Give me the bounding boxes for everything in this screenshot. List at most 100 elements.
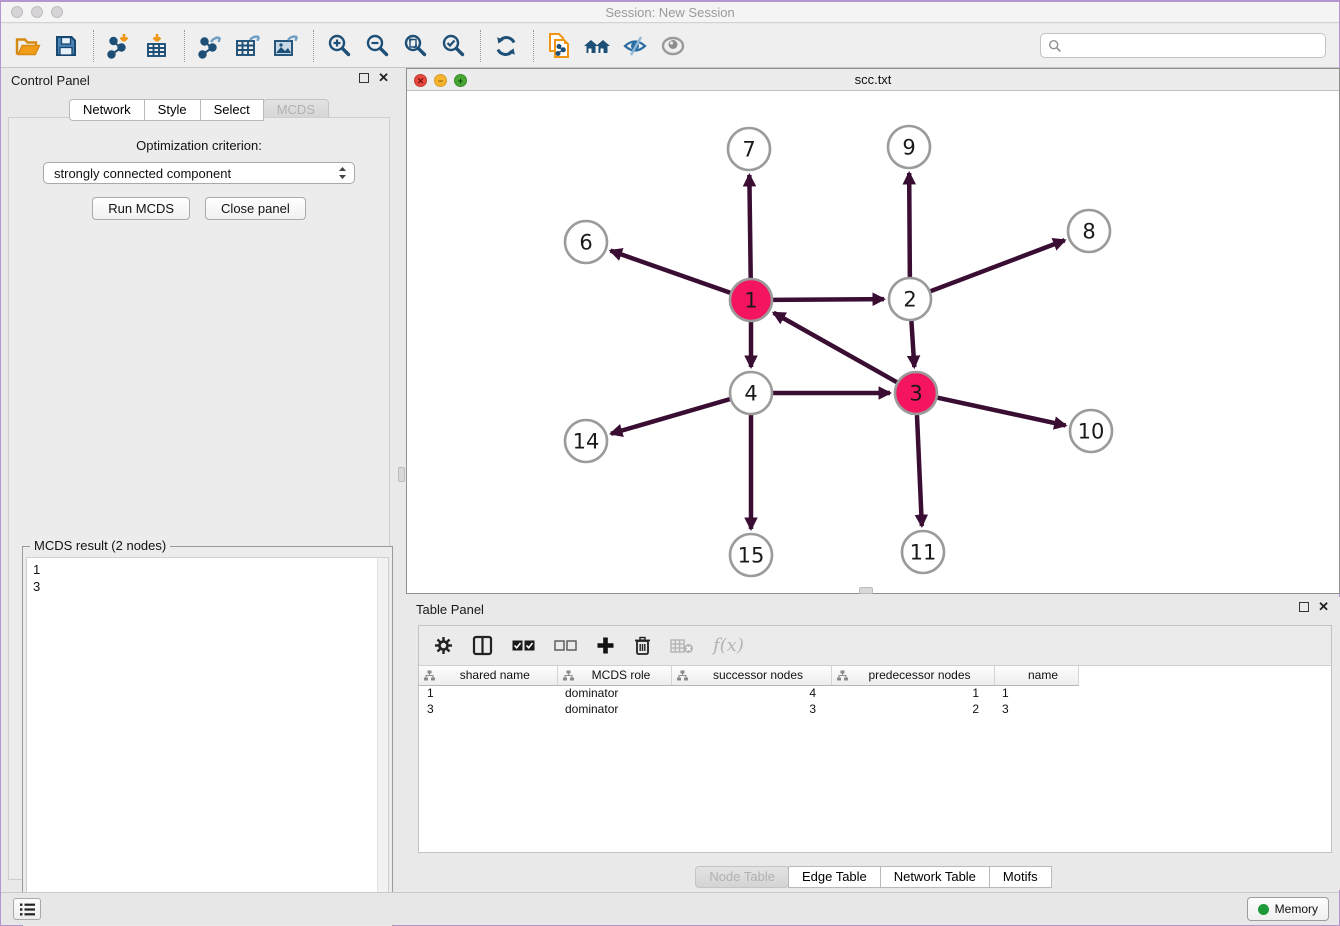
graph-edge-4-14[interactable] <box>611 399 730 434</box>
graph-node-label-11: 11 <box>910 541 937 565</box>
column-header-shared-name[interactable]: shared name <box>419 666 557 685</box>
table-panel-tabs: Node TableEdge TableNetwork TableMotifs <box>406 866 1340 888</box>
table-cell[interactable]: 1 <box>419 685 557 701</box>
zoom-selected-icon[interactable] <box>438 31 468 61</box>
function-builder-icon: f(x) <box>713 635 744 656</box>
search-box[interactable] <box>1040 33 1326 58</box>
show-column-icon[interactable] <box>472 635 493 656</box>
application-window: Session: New Session <box>0 0 1340 926</box>
table-cell[interactable]: 1 <box>831 685 994 701</box>
tab-network-table[interactable]: Network Table <box>880 866 990 888</box>
toolbar-separator <box>533 30 534 62</box>
graph-node-label-4: 4 <box>744 382 757 406</box>
column-header-predecessor-nodes[interactable]: predecessor nodes <box>831 666 994 685</box>
table-cell[interactable]: 3 <box>419 701 557 717</box>
graph-node-label-3: 3 <box>909 382 922 406</box>
delete-column-icon[interactable] <box>634 636 651 656</box>
table-cell[interactable]: dominator <box>557 701 671 717</box>
network-view-window: ✕ − + scc.txt 7968124314101511 <box>406 68 1340 594</box>
duplicate-network-icon[interactable] <box>544 31 574 61</box>
close-table-panel-icon[interactable]: ✕ <box>1318 602 1329 612</box>
zoom-out-icon[interactable] <box>362 31 392 61</box>
graph-edge-1-6[interactable] <box>611 251 731 293</box>
graph-node-label-9: 9 <box>902 136 915 160</box>
tab-select[interactable]: Select <box>200 99 264 121</box>
apply-preferred-layout-icon[interactable] <box>491 31 521 61</box>
export-table-icon[interactable] <box>233 31 263 61</box>
zoom-fit-icon[interactable] <box>400 31 430 61</box>
main-toolbar <box>1 24 1339 68</box>
memory-label: Memory <box>1275 902 1318 916</box>
table-cell[interactable]: 3 <box>671 701 831 717</box>
table-panel: Table Panel ✕ <box>406 597 1340 890</box>
network-canvas[interactable]: 7968124314101511 <box>407 91 1339 593</box>
export-image-icon[interactable] <box>271 31 301 61</box>
open-session-icon[interactable] <box>13 31 43 61</box>
graph-node-label-14: 14 <box>573 430 600 454</box>
run-mcds-button[interactable]: Run MCDS <box>92 197 190 220</box>
task-history-button[interactable] <box>13 898 41 920</box>
import-network-icon[interactable] <box>104 31 134 61</box>
tab-style[interactable]: Style <box>144 99 201 121</box>
graph-edge-2-3[interactable] <box>911 321 914 367</box>
graph-edge-2-9[interactable] <box>909 173 910 277</box>
column-header-name[interactable]: name <box>994 666 1078 685</box>
show-home-icon[interactable] <box>582 31 612 61</box>
vertical-splitter-handle[interactable] <box>398 467 405 482</box>
table-row[interactable]: 3dominator323 <box>419 701 1078 717</box>
add-column-icon[interactable] <box>596 636 615 655</box>
optimization-criterion-select[interactable]: strongly connected component <box>43 162 355 184</box>
table-cell[interactable]: 4 <box>671 685 831 701</box>
graph-edge-3-1[interactable] <box>774 313 897 382</box>
window-titlebar: Session: New Session <box>1 2 1339 23</box>
table-panel-title: Table Panel <box>416 602 484 617</box>
column-header-successor-nodes[interactable]: successor nodes <box>671 666 831 685</box>
graph-edge-3-11[interactable] <box>917 415 922 526</box>
deselect-all-columns-icon[interactable] <box>554 640 577 651</box>
table-cell[interactable]: dominator <box>557 685 671 701</box>
tab-network[interactable]: Network <box>69 99 145 121</box>
selected-criterion: strongly connected component <box>54 166 337 181</box>
horizontal-splitter-handle[interactable] <box>859 587 873 594</box>
zoom-in-icon[interactable] <box>324 31 354 61</box>
float-panel-icon[interactable] <box>359 73 369 83</box>
table-options-icon[interactable] <box>434 636 453 655</box>
table-cell[interactable]: 2 <box>831 701 994 717</box>
close-panel-button[interactable]: Close panel <box>205 197 306 220</box>
birds-eye-view-icon[interactable] <box>658 31 688 61</box>
table-cell[interactable]: 1 <box>994 685 1078 701</box>
search-icon <box>1048 39 1062 53</box>
network-window-titlebar[interactable]: ✕ − + scc.txt <box>407 69 1339 91</box>
graph-node-label-7: 7 <box>742 138 755 162</box>
result-scrollbar[interactable] <box>377 558 388 923</box>
toolbar-separator <box>480 30 481 62</box>
toggle-graphics-details-icon[interactable] <box>620 31 650 61</box>
list-icon <box>19 902 36 917</box>
close-panel-icon[interactable]: ✕ <box>378 73 389 83</box>
tab-motifs[interactable]: Motifs <box>989 866 1052 888</box>
control-panel: Control Panel ✕ NetworkStyleSelectMCDS O… <box>1 68 397 888</box>
toolbar-separator <box>313 30 314 62</box>
save-session-icon[interactable] <box>51 31 81 61</box>
column-header-MCDS-role[interactable]: MCDS role <box>557 666 671 685</box>
network-window-title: scc.txt <box>407 72 1339 87</box>
table-row[interactable]: 1dominator411 <box>419 685 1078 701</box>
memory-button[interactable]: Memory <box>1247 897 1329 921</box>
graph-node-label-1: 1 <box>744 289 757 313</box>
node-table: shared nameMCDS rolesuccessor nodesprede… <box>419 666 1079 717</box>
tab-edge-table[interactable]: Edge Table <box>788 866 881 888</box>
tab-node-table[interactable]: Node Table <box>695 866 789 888</box>
graph-edge-3-10[interactable] <box>937 398 1065 426</box>
graph-edge-1-7[interactable] <box>749 175 750 278</box>
import-table-icon[interactable] <box>142 31 172 61</box>
export-network-icon[interactable] <box>195 31 225 61</box>
graph-edge-1-2[interactable] <box>773 299 884 300</box>
graph-node-label-2: 2 <box>903 288 916 312</box>
graph-edge-2-8[interactable] <box>931 240 1065 291</box>
mcds-result-text[interactable]: 1 3 <box>26 557 389 924</box>
float-table-panel-icon[interactable] <box>1299 602 1309 612</box>
node-table-frame: f(x) shared nameMCDS rolesuccessor nodes… <box>418 625 1332 853</box>
search-input[interactable] <box>1062 38 1325 53</box>
select-all-columns-icon[interactable] <box>512 640 535 651</box>
table-cell[interactable]: 3 <box>994 701 1078 717</box>
